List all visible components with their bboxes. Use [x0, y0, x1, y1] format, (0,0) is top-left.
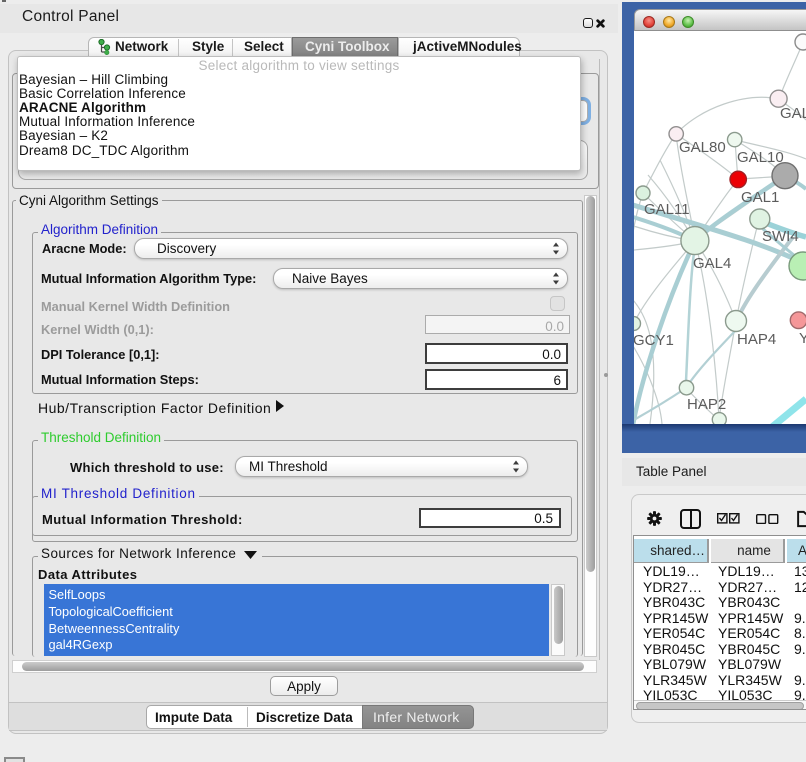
svg-text:GAL80: GAL80 [679, 139, 726, 156]
svg-text:GCY1: GCY1 [634, 332, 674, 349]
svg-text:Y: Y [799, 330, 806, 347]
svg-text:GAL10: GAL10 [737, 149, 784, 166]
svg-text:GAL11: GAL11 [644, 201, 690, 218]
svg-text:HAP4: HAP4 [737, 331, 776, 348]
svg-text:HAP2: HAP2 [687, 396, 726, 413]
svg-text:GAL4: GAL4 [693, 255, 731, 272]
svg-text:SWI4: SWI4 [762, 228, 799, 245]
svg-text:GAL1: GAL1 [741, 189, 779, 206]
svg-text:GAL: GAL [780, 105, 806, 122]
